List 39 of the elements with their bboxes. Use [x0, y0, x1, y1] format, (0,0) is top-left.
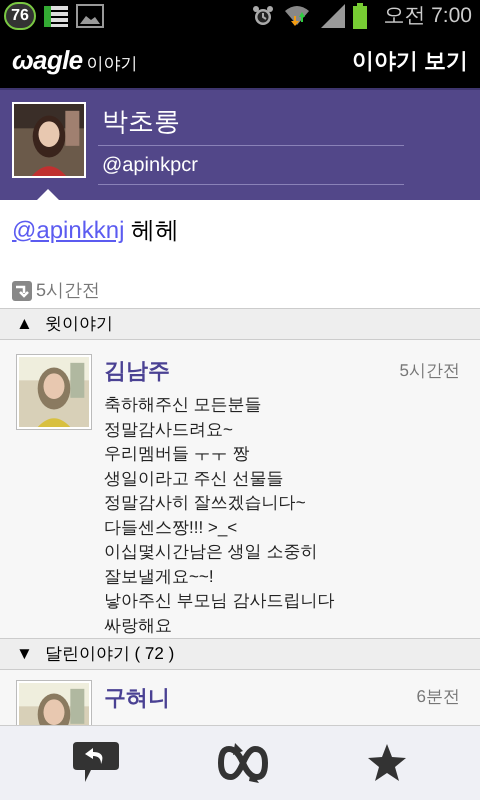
- section-label: 윗이야기: [44, 313, 113, 336]
- section-header[interactable]: ▲ 윗이야기: [0, 308, 480, 340]
- battery-icon: [353, 3, 368, 29]
- list-icon: [44, 5, 68, 27]
- author-name[interactable]: 구혀니: [104, 680, 170, 714]
- mention-link[interactable]: @apinkknj: [12, 217, 124, 244]
- post-line: 정말감사드려요~: [104, 418, 234, 440]
- image-icon: [76, 4, 104, 28]
- post-line: 낳아주신 부모님 감사드립니다: [104, 590, 336, 612]
- screen-title: 이야기 보기: [352, 46, 468, 74]
- post-line: 다들센스짱!!! >_<: [104, 516, 238, 538]
- reply-time: 6분전: [416, 686, 461, 708]
- alarm-icon: [251, 4, 276, 28]
- post-time: 5시간전: [36, 279, 100, 302]
- signal-icon: [319, 4, 346, 28]
- star-icon[interactable]: [367, 743, 407, 783]
- post-line: 축하해주신 모든분들: [104, 394, 263, 416]
- post-line: 우리멤버들 ㅜㅜ 짱: [104, 443, 250, 465]
- section-label: 달린이야기 ( 72 ): [44, 643, 174, 666]
- profile-handle: @apinkpcr: [98, 146, 404, 185]
- retweet-loop-icon[interactable]: [217, 743, 269, 783]
- clock-time: 오전 7:00: [383, 3, 472, 30]
- post-text: 헤헤: [131, 217, 180, 244]
- post-line: 생일이라고 주신 선물들: [104, 468, 284, 490]
- logo-suffix: 이야기: [86, 53, 138, 76]
- post-line: 정말감사히 잘쓰겠습니다~: [104, 492, 307, 514]
- battery-level-badge: 76: [4, 2, 36, 30]
- pointer-notch: [36, 189, 60, 201]
- post-time: 5시간전: [400, 360, 461, 382]
- reply-icon[interactable]: [73, 742, 119, 784]
- post-line: 잘보낼게요~~!: [104, 566, 215, 588]
- author-name[interactable]: 김남주: [104, 354, 170, 387]
- profile-name: 박초롱: [98, 102, 404, 146]
- toggle-icon[interactable]: ▲: [16, 311, 33, 337]
- section-header[interactable]: ▼ 달린이야기 ( 72 ): [0, 638, 480, 670]
- logo: ωagle: [12, 44, 82, 76]
- post-line: 이십몇시간남은 생일 소중히: [104, 541, 318, 563]
- post-line: 싸랑해요: [104, 614, 173, 636]
- toggle-icon[interactable]: ▼: [16, 641, 33, 667]
